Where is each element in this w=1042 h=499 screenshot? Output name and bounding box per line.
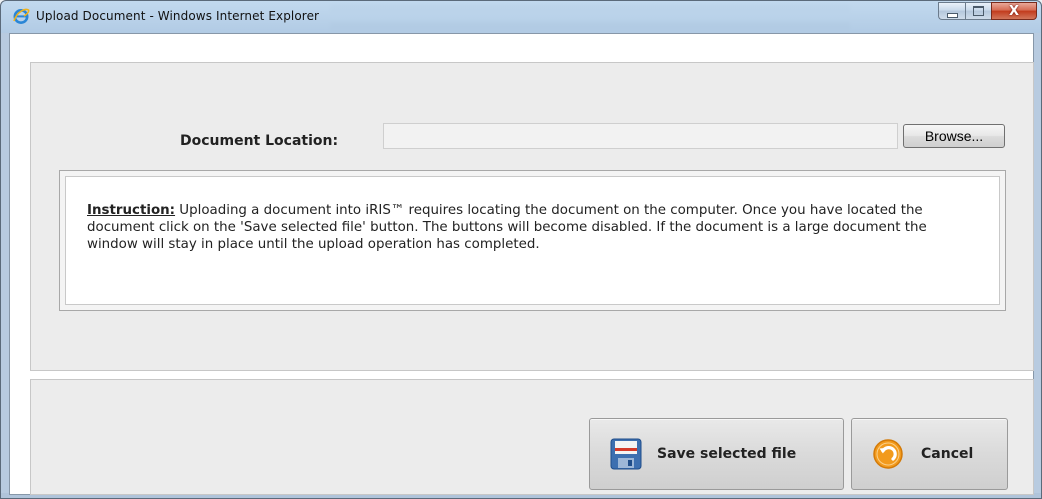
client-area: Document Location: Browse... Instruction…	[9, 33, 1034, 495]
minimize-icon	[946, 12, 958, 18]
maximize-button[interactable]	[965, 2, 991, 20]
close-icon: X	[1008, 3, 1020, 19]
caption-buttons: X	[938, 2, 1037, 22]
minimize-button[interactable]	[938, 2, 965, 20]
instruction-box: Instruction: Uploading a document into i…	[59, 170, 1006, 311]
undo-arrow-icon	[873, 439, 903, 469]
window-title: Upload Document - Windows Internet Explo…	[36, 9, 320, 23]
internet-explorer-icon	[13, 8, 30, 24]
document-location-input[interactable]	[383, 123, 898, 149]
close-button[interactable]: X	[991, 2, 1037, 20]
save-selected-file-button[interactable]: Save selected file	[589, 418, 844, 490]
cancel-button[interactable]: Cancel	[851, 418, 1008, 490]
instruction-text: Uploading a document into iRIS™ requires…	[87, 203, 927, 252]
title-bar[interactable]: Upload Document - Windows Internet Explo…	[1, 1, 1041, 33]
browse-button[interactable]: Browse...	[903, 124, 1005, 148]
upload-document-window: Upload Document - Windows Internet Explo…	[0, 0, 1042, 499]
document-location-label: Document Location:	[180, 133, 339, 149]
save-selected-file-label: Save selected file	[657, 446, 797, 462]
floppy-disk-icon	[610, 438, 642, 470]
instruction-heading: Instruction:	[87, 203, 176, 218]
maximize-icon	[973, 6, 984, 16]
window-right-border	[1033, 33, 1041, 498]
instruction-content: Instruction: Uploading a document into i…	[65, 176, 1000, 305]
window-left-border	[1, 33, 9, 498]
cancel-label: Cancel	[921, 446, 974, 462]
